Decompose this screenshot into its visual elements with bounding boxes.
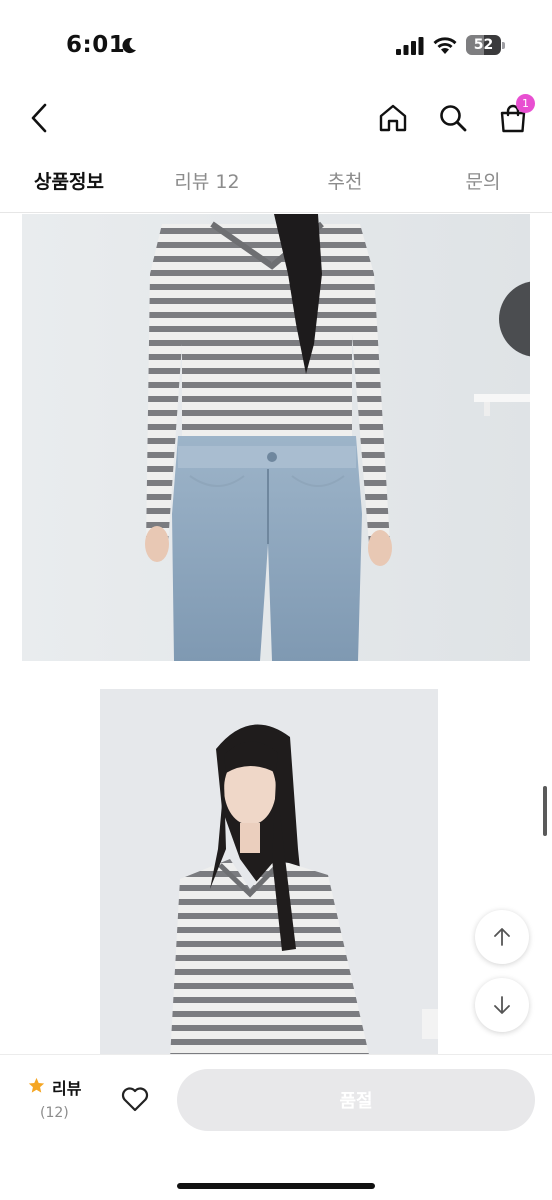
back-arrow-icon bbox=[31, 103, 47, 133]
photo-illustration bbox=[100, 689, 438, 1054]
review-label: 리뷰 bbox=[52, 1079, 82, 1098]
battery-cap bbox=[502, 42, 505, 49]
tab-product-info[interactable]: 상품정보 bbox=[0, 160, 150, 221]
top-navigation: 1 bbox=[0, 90, 552, 150]
tab-recommend[interactable]: 추천 bbox=[276, 160, 414, 212]
scroll-bottom-button[interactable] bbox=[475, 978, 529, 1032]
bottom-action-bar: 리뷰 (12) 품절 bbox=[0, 1054, 552, 1200]
review-summary[interactable]: 리뷰 (12) bbox=[26, 1075, 96, 1125]
home-button[interactable] bbox=[374, 98, 412, 138]
status-time: 6:01 bbox=[66, 32, 126, 58]
product-photo bbox=[22, 214, 530, 661]
arrow-down-icon bbox=[494, 996, 510, 1014]
cart-count-badge: 1 bbox=[516, 94, 535, 113]
star-icon bbox=[28, 1077, 45, 1093]
tab-reviews[interactable]: 리뷰 12 bbox=[138, 160, 276, 212]
product-photo-model bbox=[100, 689, 438, 1054]
battery-level: 52 bbox=[473, 37, 494, 53]
product-tabs: 상품정보 리뷰 12 추천 문의 bbox=[0, 160, 552, 221]
battery-icon: 52 bbox=[466, 35, 506, 55]
search-icon bbox=[440, 105, 467, 132]
arrow-up-icon bbox=[494, 928, 510, 946]
photo-illustration bbox=[22, 214, 530, 661]
home-icon bbox=[379, 104, 407, 132]
scroll-top-button[interactable] bbox=[475, 910, 529, 964]
tab-inquiry[interactable]: 문의 bbox=[414, 160, 552, 212]
heart-icon bbox=[121, 1087, 149, 1112]
signal-icon bbox=[396, 37, 424, 55]
sold-out-button[interactable]: 품절 bbox=[177, 1069, 535, 1131]
wishlist-button[interactable] bbox=[116, 1081, 154, 1117]
cart-button[interactable]: 1 bbox=[494, 94, 535, 138]
scroll-indicator[interactable] bbox=[543, 786, 547, 836]
moon-icon bbox=[122, 38, 136, 54]
review-count: (12) bbox=[40, 1105, 69, 1121]
wifi-icon bbox=[433, 37, 457, 54]
status-bar: 6:01 52 bbox=[0, 0, 552, 90]
home-indicator bbox=[177, 1183, 375, 1189]
search-button[interactable] bbox=[434, 98, 472, 138]
product-detail-content[interactable] bbox=[0, 214, 552, 1054]
back-button[interactable] bbox=[22, 98, 56, 138]
